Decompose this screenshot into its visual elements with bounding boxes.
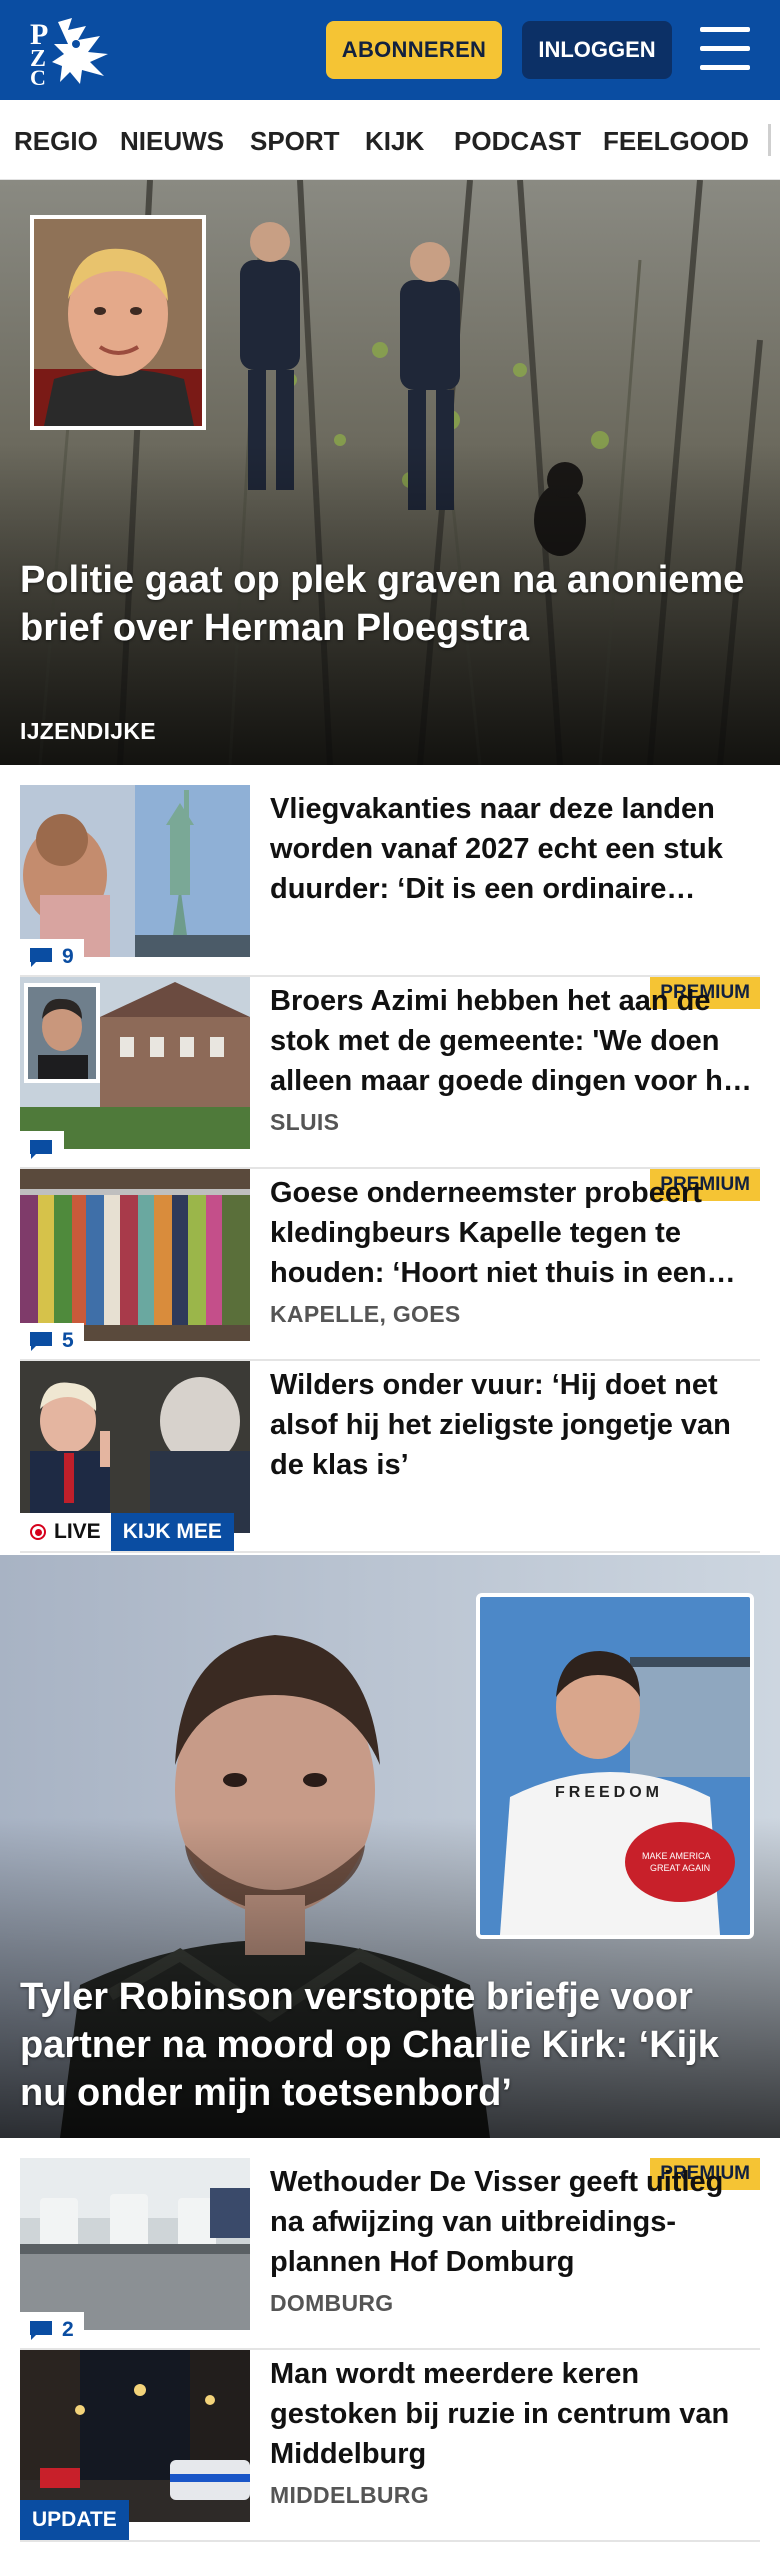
nav-item-sport[interactable]: SPORT xyxy=(250,126,340,157)
article-thumbnail xyxy=(20,1361,250,1533)
hero-location: IJZENDIJKE xyxy=(20,718,156,744)
svg-text:MAKE AMERICA: MAKE AMERICA xyxy=(642,1851,711,1861)
list-item[interactable]: PREMIUM 2 Wethouder De Visser geeft uitl… xyxy=(20,2158,760,2350)
nav-item-podcast[interactable]: PODCAST xyxy=(454,126,581,157)
article-headline[interactable]: Vliegvakanties naar deze landen worden v… xyxy=(270,789,760,909)
list-item[interactable]: PREMIUM Broers Azimi hebben het aan de s… xyxy=(20,977,760,1169)
nav-item-kijk[interactable]: KIJK xyxy=(365,126,424,157)
article-location: MIDDELBURG xyxy=(270,2482,429,2508)
article-headline[interactable]: Wethouder De Visser geeft uitleg na afwi… xyxy=(270,2162,760,2282)
live-badge[interactable]: LIVE KIJK MEE xyxy=(20,1513,234,1551)
nav-item-feelgood[interactable]: FEELGOOD xyxy=(603,126,749,157)
live-label: LIVE xyxy=(54,1520,101,1543)
hero-headline[interactable]: Tyler Robinson verstopte briefje voor pa… xyxy=(20,1973,768,2117)
comment-icon xyxy=(30,1332,52,1351)
comment-count: 2 xyxy=(62,2318,74,2341)
nav-scroll-divider xyxy=(768,124,771,156)
list-item[interactable]: PREMIUM 5 Goese onderneemster probeert k… xyxy=(20,1169,760,1361)
list-item[interactable]: 9 Vliegvakanties naar deze landen worden… xyxy=(20,785,760,977)
login-button[interactable]: INLOGGEN xyxy=(522,21,672,79)
article-location: DOMBURG xyxy=(270,2290,394,2316)
hero-article[interactable]: FREEDOM MAKE AMERICA GREAT AGAIN Tyler R… xyxy=(0,1555,780,2138)
article-thumbnail xyxy=(20,2350,250,2522)
comment-icon xyxy=(30,2321,52,2340)
comment-count: 5 xyxy=(62,1329,74,1352)
article-headline[interactable]: Wilders onder vuur: ‘Hij doet net alsof … xyxy=(270,1365,760,1485)
article-thumbnail xyxy=(20,1169,250,1341)
hero-headline[interactable]: Politie gaat op plek graven na anonieme … xyxy=(20,556,760,652)
subscribe-button[interactable]: ABONNEREN xyxy=(326,21,502,79)
comment-count: 9 xyxy=(62,945,74,968)
comment-count-badge[interactable]: 9 xyxy=(20,939,84,975)
live-indicator: LIVE xyxy=(20,1513,111,1551)
hero-inset-portrait xyxy=(30,215,206,430)
article-location: SLUIS xyxy=(270,1109,340,1135)
nav-item-nieuws[interactable]: NIEUWS xyxy=(120,126,224,157)
article-thumbnail xyxy=(20,785,250,957)
article-thumbnail xyxy=(20,2158,250,2330)
hero-inset-photo: FREEDOM MAKE AMERICA GREAT AGAIN xyxy=(476,1593,754,1939)
article-headline[interactable]: Goese onderneemster probeert kledingbeur… xyxy=(270,1173,760,1293)
hamburger-menu-icon[interactable] xyxy=(700,27,750,71)
comment-count-badge[interactable] xyxy=(20,1131,64,1167)
comment-icon xyxy=(30,948,52,967)
site-header: P Z C ABONNEREN INLOGGEN xyxy=(0,0,780,100)
watch-live-button[interactable]: KIJK MEE xyxy=(110,1513,234,1551)
update-badge: UPDATE xyxy=(20,2500,129,2540)
comment-icon xyxy=(30,1140,52,1159)
article-thumbnail xyxy=(20,977,250,1149)
hero-article[interactable]: Politie gaat op plek graven na anonieme … xyxy=(0,180,780,765)
list-item[interactable]: LIVE KIJK MEE Wilders onder vuur: ‘Hij d… xyxy=(20,1361,760,1553)
comment-count-badge[interactable]: 2 xyxy=(20,2312,84,2348)
pzc-logo[interactable]: P Z C xyxy=(28,14,114,90)
article-headline[interactable]: Man wordt meerdere keren gestoken bij ru… xyxy=(270,2354,760,2474)
svg-text:GREAT AGAIN: GREAT AGAIN xyxy=(650,1863,710,1873)
svg-text:C: C xyxy=(30,65,46,86)
article-headline[interactable]: Broers Azimi hebben het aan de stok met … xyxy=(270,981,760,1101)
live-dot-icon xyxy=(30,1524,46,1540)
section-nav: REGIO NIEUWS SPORT KIJK PODCAST FEELGOOD xyxy=(0,100,780,180)
svg-text:FREEDOM: FREEDOM xyxy=(555,1784,663,1801)
article-location: KAPELLE, GOES xyxy=(270,1301,461,1327)
nav-item-regio[interactable]: REGIO xyxy=(14,126,98,157)
comment-count-badge[interactable]: 5 xyxy=(20,1323,84,1359)
list-item[interactable]: UPDATE Man wordt meerdere keren gestoken… xyxy=(20,2350,760,2542)
